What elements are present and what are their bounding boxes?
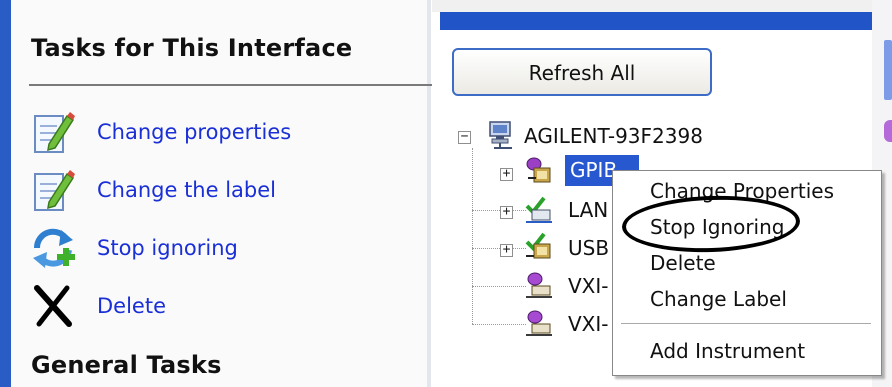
task-pane-body: Tasks for This Interface Change properti… — [11, 0, 435, 387]
tree-item-vxi[interactable]: VXI- — [568, 312, 609, 336]
task-label: Stop ignoring — [97, 236, 238, 260]
tree-connector — [472, 286, 526, 287]
tree-item-label: GPIB — [570, 158, 618, 182]
task-pane: Tasks for This Interface Change properti… — [0, 0, 435, 387]
tree-expand-toggle[interactable]: + — [500, 205, 513, 219]
computer-network-icon — [489, 121, 512, 149]
tree-root-label[interactable]: AGILENT-93F2398 — [524, 124, 703, 148]
tree-collapse-toggle[interactable]: − — [458, 130, 471, 144]
tree-connector — [472, 210, 526, 211]
menu-item-change-properties[interactable]: Change Properties — [650, 179, 834, 203]
gpib-interface-icon — [526, 157, 551, 183]
task-delete[interactable]: Delete — [29, 282, 429, 334]
task-label: Change properties — [97, 120, 292, 144]
tree-item-vxi[interactable]: VXI- — [568, 274, 609, 298]
title-divider — [29, 84, 435, 86]
tree-expand-toggle[interactable]: + — [500, 243, 513, 257]
vxi-interface-icon — [526, 272, 552, 298]
tree-expand-toggle[interactable]: + — [500, 167, 513, 181]
tasks-section-title: Tasks for This Interface — [31, 34, 353, 62]
menu-item-add-instrument[interactable]: Add Instrument — [650, 339, 805, 363]
task-change-properties[interactable]: Change properties — [29, 108, 429, 160]
task-label: Change the label — [97, 178, 277, 202]
usb-interface-icon — [525, 232, 551, 259]
task-stop-ignoring[interactable]: Stop ignoring — [29, 224, 429, 276]
menu-item-change-label[interactable]: Change Label — [650, 287, 787, 311]
tree-item-usb[interactable]: USB — [568, 236, 609, 260]
general-tasks-title: General Tasks — [31, 351, 222, 379]
lan-interface-icon — [525, 196, 552, 223]
edit-document-icon — [34, 170, 75, 211]
refresh-add-icon — [33, 228, 75, 268]
edge-icon — [884, 120, 892, 142]
task-change-label[interactable]: Change the label — [29, 166, 429, 218]
task-label: Delete — [97, 294, 166, 318]
refresh-all-button[interactable]: Refresh All — [452, 48, 712, 96]
tree-connector — [472, 148, 473, 324]
edge-bar — [884, 40, 892, 100]
top-band — [432, 0, 892, 12]
vxi-interface-icon — [526, 310, 552, 336]
edit-document-icon — [34, 112, 75, 153]
menu-item-stop-ignoring[interactable]: Stop Ignoring — [650, 215, 784, 239]
header-bar — [440, 12, 872, 30]
context-menu: Change Properties Stop Ignoring Delete C… — [612, 170, 882, 376]
tree-connector — [472, 248, 526, 249]
menu-separator — [621, 323, 871, 324]
menu-item-delete[interactable]: Delete — [650, 251, 716, 275]
tree-item-lan[interactable]: LAN — [568, 198, 608, 222]
tree-connector — [472, 324, 526, 325]
delete-x-icon — [34, 285, 72, 327]
task-pane-accent — [0, 0, 11, 387]
